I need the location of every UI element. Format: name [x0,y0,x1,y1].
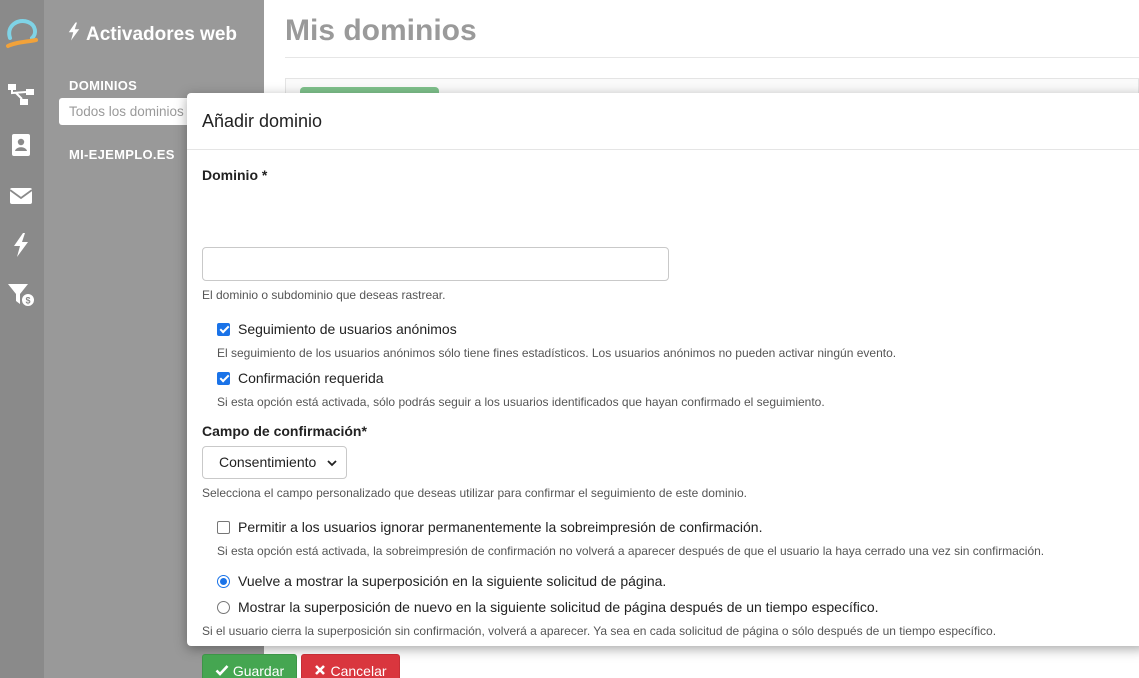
overlay-option-next-request[interactable]: Vuelve a mostrar la superposición en la … [217,573,666,589]
contacts-icon[interactable] [7,132,35,158]
domain-input[interactable] [202,247,669,281]
funnel-dollar-icon[interactable]: $ [7,282,35,308]
modal-header: Añadir dominio [187,93,1139,150]
page-title: Mis dominios [285,14,477,47]
overlay-help: Si el usuario cierra la superposición si… [202,624,997,638]
confirmation-required-label: Confirmación requerida [238,370,384,386]
confirmation-required-checkbox[interactable] [217,371,230,385]
allow-ignore-checkbox[interactable] [217,520,230,534]
cancel-button[interactable]: Cancelar [301,654,400,678]
allow-ignore-help: Si esta opción está activada, la sobreim… [217,544,1045,558]
save-button-label: Guardar [232,663,285,678]
anonymous-tracking-checkbox[interactable] [217,322,230,336]
allow-ignore-label: Permitir a los usuarios ignorar permanen… [238,519,763,535]
overlay-option-label: Mostrar la superposición de nuevo en la … [238,599,879,615]
anonymous-tracking-label: Seguimiento de usuarios anónimos [238,321,457,337]
domain-label: Dominio * [202,167,268,183]
envelope-icon[interactable] [7,183,35,209]
confirmation-field-select[interactable]: Consentimiento [202,446,347,479]
divider [285,57,1139,58]
chevron-down-icon [326,456,338,468]
sidebar-title-text: Activadores web [86,23,237,45]
bolt-icon[interactable] [7,232,35,258]
cancel-button-label: Cancelar [330,663,387,678]
anonymous-tracking-row[interactable]: Seguimiento de usuarios anónimos [217,321,457,337]
save-button[interactable]: Guardar [202,654,297,678]
sitemap-icon[interactable] [7,82,35,108]
modal-title: Añadir dominio [202,111,323,131]
sidebar-section-domains: DOMINIOS [69,78,138,93]
sidebar-title: Activadores web [68,22,237,47]
add-domain-modal: Añadir dominio Dominio * El dominio o su… [187,93,1139,678]
logo-icon[interactable] [4,16,40,52]
times-icon [314,663,326,678]
sidebar-item-domain[interactable]: MI-EJEMPLO.ES [69,147,175,162]
overlay-option-after-time[interactable]: Mostrar la superposición de nuevo en la … [217,599,879,615]
overlay-option-next-request-radio[interactable] [217,574,230,588]
confirmation-field-label: Campo de confirmación* [202,423,367,439]
confirmation-field-help: Selecciona el campo personalizado que de… [202,486,747,500]
allow-ignore-row[interactable]: Permitir a los usuarios ignorar permanen… [217,519,762,535]
confirmation-required-row[interactable]: Confirmación requerida [217,370,384,386]
bolt-icon [68,22,80,47]
anonymous-tracking-help: El seguimiento de los usuarios anónimos … [217,346,897,360]
overlay-option-after-time-radio[interactable] [217,600,230,614]
confirmation-field-value: Consentimiento [219,454,317,470]
check-icon [215,663,229,678]
confirmation-required-help: Si esta opción está activada, sólo podrá… [217,395,825,409]
overlay-option-label: Vuelve a mostrar la superposición en la … [238,573,667,589]
domain-help: El dominio o subdominio que deseas rastr… [202,288,446,302]
icon-rail: $ [0,0,44,678]
svg-text:$: $ [25,296,30,306]
